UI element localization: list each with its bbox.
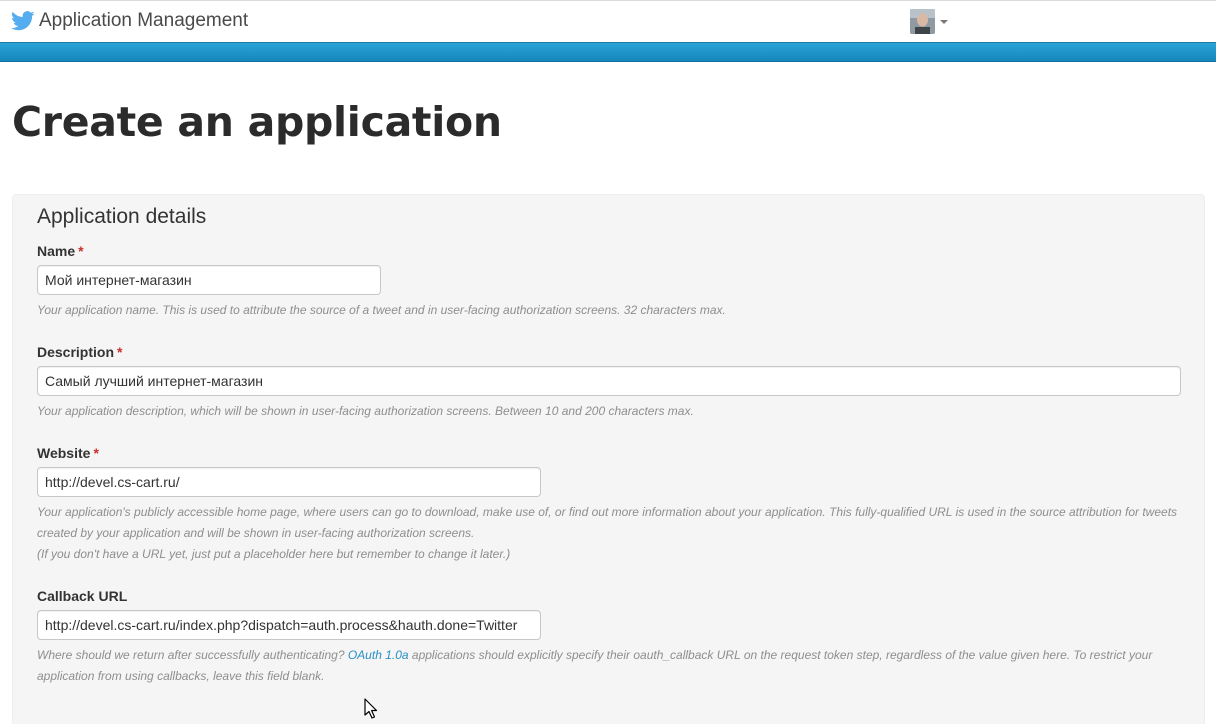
avatar <box>910 9 935 34</box>
name-label-text: Name <box>37 243 76 259</box>
name-field[interactable]: Мой интернет-магазин <box>37 265 381 295</box>
required-marker: * <box>117 344 123 360</box>
twitter-bird-icon <box>11 11 35 31</box>
app-management-title: Application Management <box>39 10 249 31</box>
description-label-text: Description <box>37 344 115 360</box>
website-help-text: Your application's publicly accessible h… <box>37 505 1178 540</box>
website-label: Website * <box>37 445 99 461</box>
page-title: Create an application <box>12 98 502 146</box>
website-label-text: Website <box>37 445 91 461</box>
application-details-panel: Application details Name * Мой интернет-м… <box>12 194 1205 724</box>
required-marker: * <box>78 243 84 259</box>
chevron-down-icon <box>940 20 948 24</box>
website-help: Your application's publicly accessible h… <box>37 502 1187 565</box>
oauth-link[interactable]: OAuth 1.0a <box>348 648 409 662</box>
description-label: Description * <box>37 344 122 360</box>
user-photo-icon <box>910 9 935 34</box>
user-menu-dropdown[interactable] <box>910 9 948 34</box>
header-band <box>0 42 1216 62</box>
callback-url-field[interactable]: http://devel.cs-cart.ru/index.php?dispat… <box>37 610 541 640</box>
callback-url-label: Callback URL <box>37 588 128 604</box>
website-help-note: (If you don't have a URL yet, just put a… <box>37 547 511 561</box>
top-navbar: Application Management <box>0 0 1216 42</box>
brand-link[interactable]: Application Management <box>11 10 248 32</box>
callback-help-before: Where should we return after successfull… <box>37 648 345 662</box>
name-help: Your application name. This is used to a… <box>37 303 726 317</box>
website-field[interactable]: http://devel.cs-cart.ru/ <box>37 467 541 497</box>
description-field[interactable]: Самый лучший интернет-магазин <box>37 366 1181 396</box>
description-help: Your application description, which will… <box>37 404 694 418</box>
name-label: Name * <box>37 243 84 259</box>
section-title: Application details <box>37 205 207 228</box>
required-marker: * <box>93 445 99 461</box>
callback-url-help: Where should we return after successfull… <box>37 645 1187 687</box>
mouse-cursor-icon <box>364 698 378 719</box>
